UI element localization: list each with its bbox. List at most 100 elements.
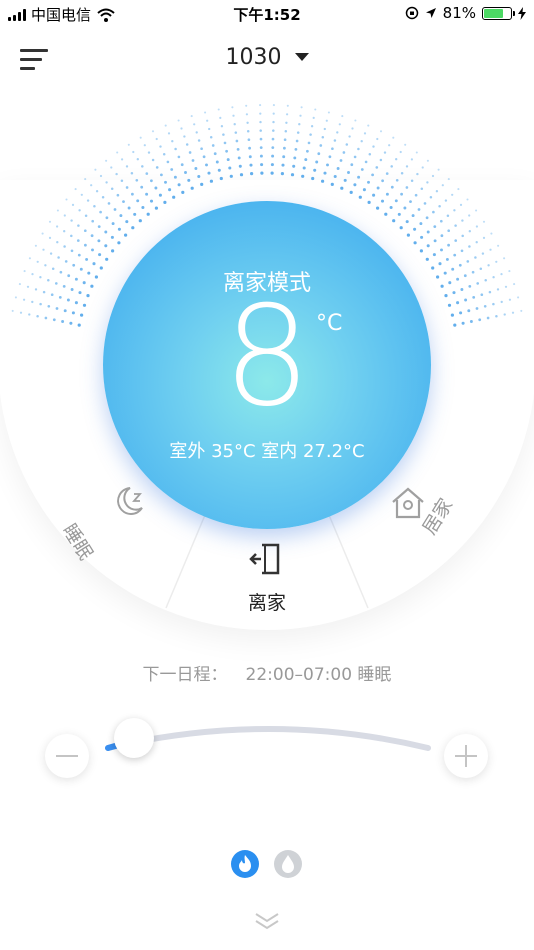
scale-dot <box>299 114 302 117</box>
scale-dot <box>447 229 451 233</box>
scale-dot <box>71 311 75 315</box>
scale-dot <box>131 226 135 230</box>
scale-dot <box>184 171 187 174</box>
scale-dot <box>74 188 77 191</box>
scale-dot <box>245 104 248 107</box>
scale-dot <box>222 133 225 136</box>
scale-dot <box>143 144 146 147</box>
chevron-down-double-icon[interactable] <box>252 908 282 932</box>
scale-dot <box>167 132 171 135</box>
scale-dot <box>204 111 207 114</box>
mode-away-label[interactable]: 离家 <box>0 588 534 615</box>
scale-dot <box>404 143 407 146</box>
scale-dot <box>281 163 285 167</box>
scale-dot <box>82 303 87 307</box>
scale-dot <box>495 314 498 318</box>
scale-dot <box>48 236 52 240</box>
scale-dot <box>14 296 17 299</box>
temperature-unit: °C <box>316 311 343 336</box>
scale-dot <box>376 206 380 210</box>
increase-button[interactable] <box>444 734 488 778</box>
scale-dot <box>11 309 14 312</box>
scale-dot <box>95 190 99 193</box>
scale-dot <box>154 206 158 210</box>
scale-dot <box>467 309 471 313</box>
scale-dot <box>333 139 337 142</box>
scale-dot <box>452 291 456 295</box>
scale-dot <box>231 106 234 109</box>
scale-dot <box>301 174 305 178</box>
scale-dot <box>347 171 350 174</box>
exit-door-icon[interactable] <box>249 542 283 576</box>
temperature-slider-handle[interactable] <box>113 718 154 758</box>
scale-dot <box>67 274 71 278</box>
scale-dot <box>474 256 477 259</box>
scale-dot <box>84 243 87 247</box>
scale-dot <box>385 172 389 175</box>
scale-dot <box>357 175 361 179</box>
scale-dot <box>461 234 464 238</box>
water-button[interactable] <box>274 850 302 878</box>
scale-dot <box>307 141 311 145</box>
scale-dot <box>219 116 222 120</box>
scale-dot <box>193 123 196 126</box>
scale-dot <box>272 112 275 115</box>
scale-dot <box>209 135 213 139</box>
scale-dot <box>94 275 98 279</box>
scale-dot <box>19 311 23 314</box>
scale-dot <box>447 178 450 181</box>
scale-dot <box>70 288 74 291</box>
scale-dot <box>480 293 484 297</box>
scale-dot <box>298 123 301 126</box>
scale-dot <box>246 121 249 124</box>
scale-dot <box>97 225 101 228</box>
scale-dot <box>80 193 83 196</box>
scale-dot <box>42 290 46 294</box>
scale-dot <box>188 151 192 154</box>
scale-dot <box>151 158 155 162</box>
scale-dot <box>113 208 117 211</box>
scale-dot <box>457 188 460 191</box>
scale-dot <box>489 248 492 251</box>
scale-dot <box>438 262 442 266</box>
scale-dot <box>283 138 287 142</box>
scale-dot <box>225 149 228 153</box>
scale-dot <box>459 311 463 315</box>
scale-dot <box>353 155 357 159</box>
scale-dot <box>84 214 88 217</box>
scale-dot <box>271 137 275 141</box>
scale-dot <box>372 145 375 148</box>
temperature-value: 8 <box>223 276 311 437</box>
scale-dot <box>72 263 76 267</box>
scale-dot <box>319 144 323 147</box>
scale-dot <box>42 248 45 251</box>
scale-dot <box>336 131 339 134</box>
scale-dot <box>517 296 520 299</box>
scale-dot <box>141 205 145 210</box>
scale-dot <box>321 179 325 183</box>
scale-dot <box>315 160 319 164</box>
scale-dot <box>141 165 144 168</box>
scale-dot <box>185 143 189 146</box>
scale-dot <box>259 154 263 158</box>
scale-dot <box>511 311 515 314</box>
scale-dot <box>159 145 162 148</box>
heating-button[interactable] <box>231 850 259 878</box>
scale-dot <box>295 139 299 143</box>
scale-dot <box>217 168 221 172</box>
scale-dot <box>381 179 384 183</box>
scale-dot <box>200 147 203 151</box>
scale-dot <box>200 182 204 186</box>
scale-dot <box>371 173 374 177</box>
scale-dot <box>61 320 65 323</box>
scale-dot <box>400 172 404 175</box>
scale-dot <box>120 158 124 161</box>
temperature-dial[interactable]: 离家模式 8 °C 室外 35°C 室内 27.2°C <box>103 201 431 529</box>
scale-dot <box>119 214 123 218</box>
scale-dot <box>451 193 454 196</box>
decrease-button[interactable] <box>45 734 89 778</box>
scale-dot <box>296 131 300 134</box>
scale-dot <box>439 219 443 223</box>
moon-icon[interactable] <box>110 484 150 520</box>
scale-dot <box>341 115 344 118</box>
